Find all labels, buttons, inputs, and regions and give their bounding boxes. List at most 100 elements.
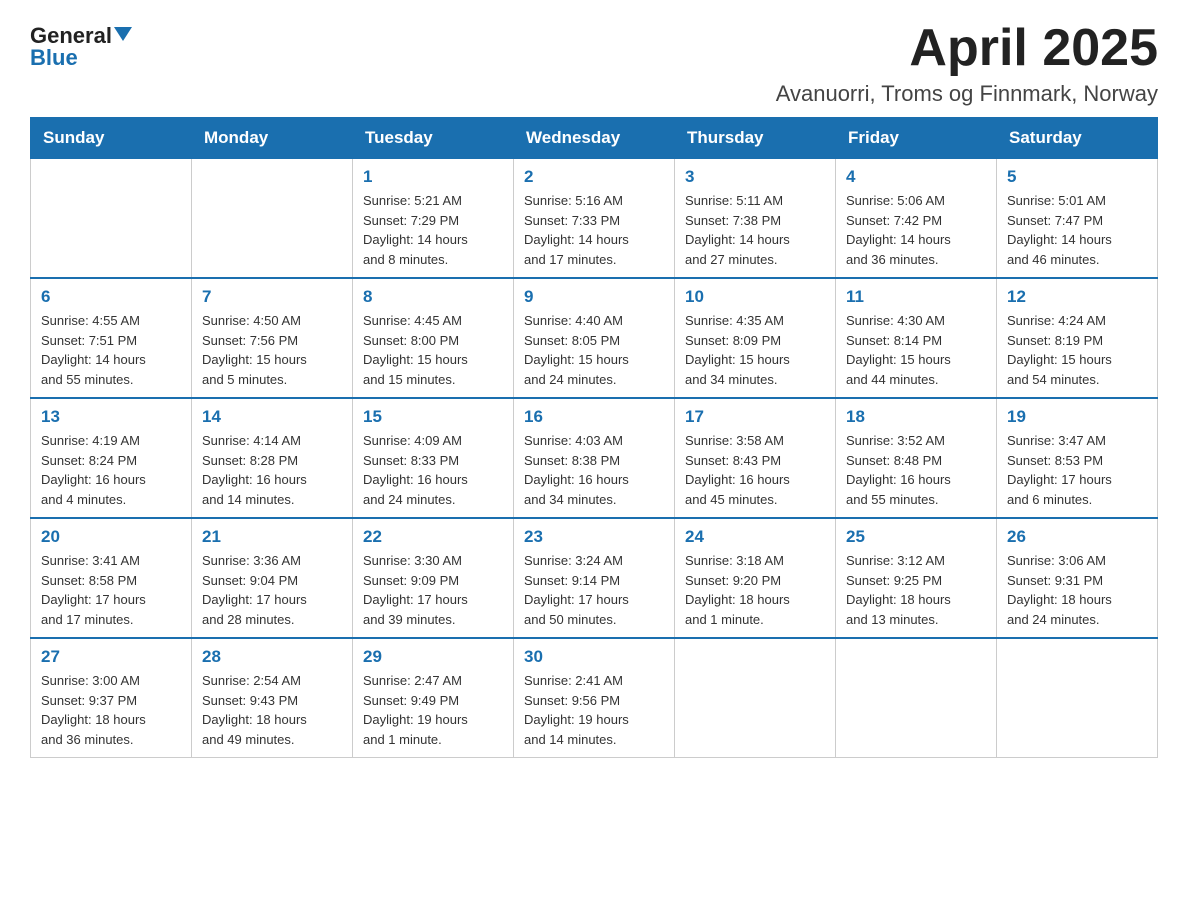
calendar-cell: 30 Sunrise: 2:41 AM Sunset: 9:56 PM Dayli… (514, 638, 675, 758)
week-row-1: 1Sunrise: 5:21 AM Sunset: 7:29 PM Daylig… (31, 159, 1158, 279)
header-friday: Friday (836, 118, 997, 159)
day-info: Sunrise: 3:18 AM Sunset: 9:20 PM Dayligh… (685, 551, 825, 629)
day-number: 1 (363, 167, 503, 187)
day-number: 3 (685, 167, 825, 187)
calendar-cell (997, 638, 1158, 758)
calendar-cell: 1Sunrise: 5:21 AM Sunset: 7:29 PM Daylig… (353, 159, 514, 279)
calendar-cell: 18Sunrise: 3:52 AM Sunset: 8:48 PM Dayli… (836, 398, 997, 518)
header-tuesday: Tuesday (353, 118, 514, 159)
logo-blue-text: Blue (30, 47, 78, 69)
day-info: Sunrise: 4:24 AM Sunset: 8:19 PM Dayligh… (1007, 311, 1147, 389)
day-number: 5 (1007, 167, 1147, 187)
day-info: Sunrise: 3:58 AM Sunset: 8:43 PM Dayligh… (685, 431, 825, 509)
header-sunday: Sunday (31, 118, 192, 159)
day-number: 25 (846, 527, 986, 547)
day-info: Sunrise: 2:41 AM Sunset: 9:56 PM Dayligh… (524, 671, 664, 749)
day-info: Sunrise: 3:36 AM Sunset: 9:04 PM Dayligh… (202, 551, 342, 629)
header-row: SundayMondayTuesdayWednesdayThursdayFrid… (31, 118, 1158, 159)
day-number: 28 (202, 647, 342, 667)
calendar-cell: 25 Sunrise: 3:12 AM Sunset: 9:25 PM Dayli… (836, 518, 997, 638)
calendar-cell (836, 638, 997, 758)
day-info: Sunrise: 3:24 AM Sunset: 9:14 PM Dayligh… (524, 551, 664, 629)
day-info: Sunrise: 4:35 AM Sunset: 8:09 PM Dayligh… (685, 311, 825, 389)
calendar-cell: 20 Sunrise: 3:41 AM Sunset: 8:58 PM Dayli… (31, 518, 192, 638)
day-number: 16 (524, 407, 664, 427)
day-number: 10 (685, 287, 825, 307)
calendar-cell: 9Sunrise: 4:40 AM Sunset: 8:05 PM Daylig… (514, 278, 675, 398)
day-number: 17 (685, 407, 825, 427)
day-info: Sunrise: 3:06 AM Sunset: 9:31 PM Dayligh… (1007, 551, 1147, 629)
day-number: 15 (363, 407, 503, 427)
day-number: 30 (524, 647, 664, 667)
day-info: Sunrise: 2:54 AM Sunset: 9:43 PM Dayligh… (202, 671, 342, 749)
day-info: Sunrise: 5:16 AM Sunset: 7:33 PM Dayligh… (524, 191, 664, 269)
day-number: 14 (202, 407, 342, 427)
day-info: Sunrise: 4:09 AM Sunset: 8:33 PM Dayligh… (363, 431, 503, 509)
calendar-cell: 28 Sunrise: 2:54 AM Sunset: 9:43 PM Dayli… (192, 638, 353, 758)
day-info: Sunrise: 3:47 AM Sunset: 8:53 PM Dayligh… (1007, 431, 1147, 509)
day-info: Sunrise: 4:45 AM Sunset: 8:00 PM Dayligh… (363, 311, 503, 389)
calendar-cell: 2 Sunrise: 5:16 AM Sunset: 7:33 PM Daylig… (514, 159, 675, 279)
calendar-cell: 11 Sunrise: 4:30 AM Sunset: 8:14 PM Dayli… (836, 278, 997, 398)
day-info: Sunrise: 5:11 AM Sunset: 7:38 PM Dayligh… (685, 191, 825, 269)
calendar-cell: 6 Sunrise: 4:55 AM Sunset: 7:51 PM Daylig… (31, 278, 192, 398)
day-number: 8 (363, 287, 503, 307)
calendar-cell: 4Sunrise: 5:06 AM Sunset: 7:42 PM Daylig… (836, 159, 997, 279)
calendar-cell: 26Sunrise: 3:06 AM Sunset: 9:31 PM Dayli… (997, 518, 1158, 638)
day-number: 24 (685, 527, 825, 547)
calendar-cell: 21Sunrise: 3:36 AM Sunset: 9:04 PM Dayli… (192, 518, 353, 638)
header-thursday: Thursday (675, 118, 836, 159)
header-wednesday: Wednesday (514, 118, 675, 159)
calendar-cell: 17 Sunrise: 3:58 AM Sunset: 8:43 PM Dayli… (675, 398, 836, 518)
week-row-5: 27Sunrise: 3:00 AM Sunset: 9:37 PM Dayli… (31, 638, 1158, 758)
location-subtitle: Avanuorri, Troms og Finnmark, Norway (776, 81, 1158, 107)
day-number: 19 (1007, 407, 1147, 427)
day-info: Sunrise: 3:12 AM Sunset: 9:25 PM Dayligh… (846, 551, 986, 629)
day-number: 9 (524, 287, 664, 307)
calendar-cell: 19 Sunrise: 3:47 AM Sunset: 8:53 PM Dayli… (997, 398, 1158, 518)
calendar-cell: 8 Sunrise: 4:45 AM Sunset: 8:00 PM Daylig… (353, 278, 514, 398)
day-info: Sunrise: 5:06 AM Sunset: 7:42 PM Dayligh… (846, 191, 986, 269)
calendar-cell: 15 Sunrise: 4:09 AM Sunset: 8:33 PM Dayli… (353, 398, 514, 518)
calendar-table: SundayMondayTuesdayWednesdayThursdayFrid… (30, 117, 1158, 758)
day-info: Sunrise: 3:30 AM Sunset: 9:09 PM Dayligh… (363, 551, 503, 629)
title-area: April 2025 Avanuorri, Troms og Finnmark,… (776, 20, 1158, 107)
day-number: 29 (363, 647, 503, 667)
day-number: 23 (524, 527, 664, 547)
day-info: Sunrise: 4:30 AM Sunset: 8:14 PM Dayligh… (846, 311, 986, 389)
calendar-cell: 23 Sunrise: 3:24 AM Sunset: 9:14 PM Dayli… (514, 518, 675, 638)
day-number: 13 (41, 407, 181, 427)
week-row-3: 13 Sunrise: 4:19 AM Sunset: 8:24 PM Dayli… (31, 398, 1158, 518)
day-info: Sunrise: 4:14 AM Sunset: 8:28 PM Dayligh… (202, 431, 342, 509)
day-info: Sunrise: 3:41 AM Sunset: 8:58 PM Dayligh… (41, 551, 181, 629)
calendar-cell: 13 Sunrise: 4:19 AM Sunset: 8:24 PM Dayli… (31, 398, 192, 518)
day-info: Sunrise: 4:19 AM Sunset: 8:24 PM Dayligh… (41, 431, 181, 509)
logo: General Blue (30, 20, 132, 69)
calendar-cell: 29 Sunrise: 2:47 AM Sunset: 9:49 PM Dayli… (353, 638, 514, 758)
day-number: 20 (41, 527, 181, 547)
logo-triangle-icon (114, 27, 132, 41)
day-number: 27 (41, 647, 181, 667)
day-info: Sunrise: 2:47 AM Sunset: 9:49 PM Dayligh… (363, 671, 503, 749)
day-number: 11 (846, 287, 986, 307)
day-info: Sunrise: 4:50 AM Sunset: 7:56 PM Dayligh… (202, 311, 342, 389)
calendar-cell: 10 Sunrise: 4:35 AM Sunset: 8:09 PM Dayli… (675, 278, 836, 398)
week-row-2: 6 Sunrise: 4:55 AM Sunset: 7:51 PM Daylig… (31, 278, 1158, 398)
logo-general-text: General (30, 25, 112, 47)
calendar-cell: 7 Sunrise: 4:50 AM Sunset: 7:56 PM Daylig… (192, 278, 353, 398)
day-number: 6 (41, 287, 181, 307)
header: General Blue April 2025 Avanuorri, Troms… (30, 20, 1158, 107)
header-saturday: Saturday (997, 118, 1158, 159)
header-monday: Monday (192, 118, 353, 159)
calendar-cell: 14 Sunrise: 4:14 AM Sunset: 8:28 PM Dayli… (192, 398, 353, 518)
day-number: 22 (363, 527, 503, 547)
day-number: 2 (524, 167, 664, 187)
week-row-4: 20 Sunrise: 3:41 AM Sunset: 8:58 PM Dayli… (31, 518, 1158, 638)
calendar-cell: 12 Sunrise: 4:24 AM Sunset: 8:19 PM Dayli… (997, 278, 1158, 398)
day-info: Sunrise: 4:55 AM Sunset: 7:51 PM Dayligh… (41, 311, 181, 389)
day-info: Sunrise: 3:52 AM Sunset: 8:48 PM Dayligh… (846, 431, 986, 509)
calendar-cell: 16Sunrise: 4:03 AM Sunset: 8:38 PM Dayli… (514, 398, 675, 518)
day-number: 7 (202, 287, 342, 307)
day-info: Sunrise: 5:01 AM Sunset: 7:47 PM Dayligh… (1007, 191, 1147, 269)
day-number: 12 (1007, 287, 1147, 307)
